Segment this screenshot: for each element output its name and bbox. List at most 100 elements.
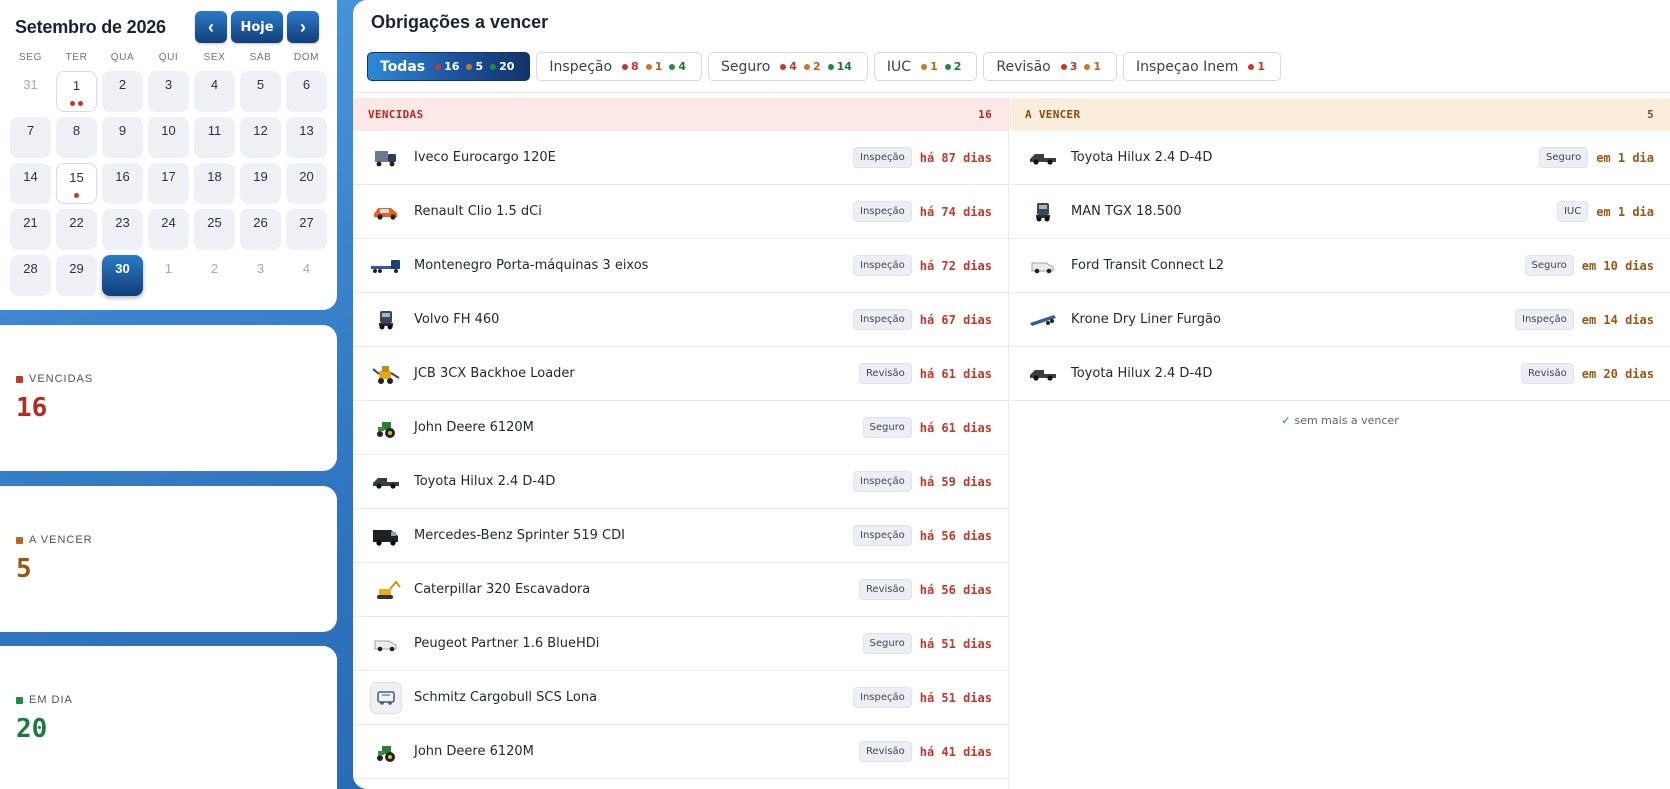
calendar-day[interactable]: 1 <box>56 71 97 112</box>
calendar-day[interactable]: 24 <box>148 209 189 250</box>
filter-chip[interactable]: Revisão 3 1 <box>983 52 1118 81</box>
calendar-day[interactable]: 2 <box>102 71 143 112</box>
obligation-row[interactable]: Krone Dry Liner Furgão Inspeção em 14 dias <box>1010 293 1670 347</box>
obligation-row[interactable]: Schmitz Cargobull SCS Lona Inspeção há 51 … <box>353 671 1008 725</box>
filter-chip[interactable]: Seguro 4 2 14 <box>708 52 868 81</box>
count-value: 4 <box>678 60 687 73</box>
calendar-day[interactable]: 6 <box>286 71 327 112</box>
filter-label: IUC <box>886 58 912 75</box>
filter-count: 2 <box>944 60 961 73</box>
calendar-day[interactable]: 3 <box>148 71 189 112</box>
calendar-day[interactable]: 10 <box>148 117 189 158</box>
calendar-day-selected[interactable]: 30 <box>102 255 143 296</box>
filter-count: 2 <box>803 60 821 73</box>
count-value: 1 <box>1093 60 1102 73</box>
event-dot-icon <box>70 101 75 106</box>
calendar-day[interactable]: 9 <box>102 117 143 158</box>
calendar-day[interactable]: 14 <box>10 163 51 204</box>
filter-label: Inspeçao Inem <box>1136 58 1239 75</box>
count-value: 4 <box>789 60 797 73</box>
calendar-day[interactable]: 4 <box>194 71 235 112</box>
filter-label: Inspeção <box>549 58 613 75</box>
calendar-day[interactable]: 11 <box>194 117 235 158</box>
obligation-row[interactable]: Toyota Hilux 2.4 D-4D Revisão em 20 dias <box>1010 347 1670 401</box>
stat-value: 20 <box>16 714 48 744</box>
day-number: 1 <box>72 78 81 93</box>
obligation-row[interactable]: Ford Transit Connect L2 Seguro em 10 dias <box>1010 239 1670 293</box>
calendar-day[interactable]: 23 <box>102 209 143 250</box>
obligation-row[interactable]: John Deere 6120M Seguro há 61 dias <box>353 401 1008 455</box>
calendar-day[interactable]: 16 <box>102 163 143 204</box>
calendar-day[interactable]: 17 <box>148 163 189 204</box>
obligation-type-badge: Seguro <box>862 633 912 654</box>
calendar-day[interactable]: 26 <box>240 209 281 250</box>
upcoming-title: A VENCER <box>1025 108 1081 121</box>
obligation-row[interactable]: MAN TGX 18.500 IUC em 1 dia <box>1010 185 1670 239</box>
day-number: 17 <box>161 169 176 184</box>
calendar-day[interactable]: 13 <box>286 117 327 158</box>
calendar-day[interactable]: 20 <box>286 163 327 204</box>
prev-month-button[interactable]: ‹ <box>195 11 227 43</box>
calendar-day[interactable]: 27 <box>286 209 327 250</box>
small-van-icon <box>370 628 402 660</box>
stat-card-a-vencer[interactable]: A VENCER 5 <box>0 486 337 632</box>
next-month-button[interactable]: › <box>287 11 319 43</box>
calendar-day[interactable]: 4 <box>286 255 327 296</box>
calendar-day[interactable]: 5 <box>240 71 281 112</box>
calendar-day[interactable]: 18 <box>194 163 235 204</box>
obligation-row[interactable]: Volvo FH 460 Inspeção há 67 dias <box>353 293 1008 347</box>
obligation-row[interactable]: Iveco Eurocargo 120E Inspeção há 87 dias <box>353 131 1008 185</box>
calendar-day[interactable]: 31 <box>10 71 51 112</box>
calendar-day[interactable]: 15 <box>56 163 97 204</box>
day-number: 23 <box>115 215 130 230</box>
filter-chip[interactable]: Inspeçao Inem 1 <box>1123 52 1282 81</box>
stat-label: EM DIA <box>29 694 73 706</box>
vehicle-name: Peugeot Partner 1.6 BlueHDi <box>414 636 600 651</box>
stat-label: A VENCER <box>29 534 93 546</box>
obligation-row[interactable]: Toyota Hilux 2.4 D-4D Seguro em 1 dia <box>1010 131 1670 185</box>
calendar-day[interactable]: 1 <box>148 255 189 296</box>
obligation-row[interactable]: Montenegro Porta-máquinas 3 eixos Inspeçã… <box>353 239 1008 293</box>
weekday-label: SÁB <box>249 52 272 63</box>
obligation-row[interactable]: Toyota Hilux 2.4 D-4D Inspeção há 59 dias <box>353 455 1008 509</box>
obligation-row[interactable]: Caterpillar 320 Escavadora Revisão há 56 d… <box>353 563 1008 617</box>
calendar-day[interactable]: 7 <box>10 117 51 158</box>
pickup-icon <box>1027 142 1059 174</box>
calendar-day[interactable]: 28 <box>10 255 51 296</box>
vehicle-name: Mercedes-Benz Sprinter 519 CDI <box>414 528 625 543</box>
calendar-day[interactable]: 8 <box>56 117 97 158</box>
calendar-day[interactable]: 2 <box>194 255 235 296</box>
upcoming-header: A VENCER 5 <box>1010 98 1670 131</box>
stat-card-vencidas[interactable]: VENCIDAS 16 <box>0 325 337 471</box>
obligation-row[interactable]: Renault Clio 1.5 dCi Inspeção há 74 dias <box>353 185 1008 239</box>
calendar-day[interactable]: 3 <box>240 255 281 296</box>
filter-count: 5 <box>466 60 483 73</box>
calendar-day[interactable]: 29 <box>56 255 97 296</box>
vehicle-name: Schmitz Cargobull SCS Lona <box>414 690 598 705</box>
day-number: 3 <box>256 261 265 276</box>
stat-card-em-dia[interactable]: EM DIA 20 <box>0 646 337 789</box>
day-number: 2 <box>210 261 219 276</box>
calendar-day[interactable]: 21 <box>10 209 51 250</box>
filter-chip[interactable]: Inspeção 8 1 4 <box>536 52 703 81</box>
van-icon <box>370 520 402 552</box>
filter-chip[interactable]: IUC 1 2 <box>873 52 978 81</box>
obligation-row[interactable]: Peugeot Partner 1.6 BlueHDi Seguro há 51 d… <box>353 617 1008 671</box>
count-value: 1 <box>1257 60 1266 73</box>
calendar-day[interactable]: 12 <box>240 117 281 158</box>
calendar-day[interactable]: 22 <box>56 209 97 250</box>
filter-count: 1 <box>1084 60 1101 73</box>
weekday-header: SEG TER QUA QUI SEX SÁB DOM <box>10 52 327 63</box>
day-number: 4 <box>302 261 311 276</box>
obligation-row[interactable]: JCB 3CX Backhoe Loader Revisão há 61 dias <box>353 347 1008 401</box>
overdue-count: 16 <box>978 108 992 121</box>
obligation-row[interactable]: Mercedes-Benz Sprinter 519 CDI Inspeção há… <box>353 509 1008 563</box>
calendar-grid: 31 1 2 3 4 5 6 7 8 9 10 11 12 13 14 15 16 17 18 19 20 21 22 23 2… <box>10 71 327 296</box>
filter-chip[interactable]: Todas 16 5 20 <box>367 52 531 81</box>
status-dot-icon <box>921 63 928 70</box>
today-button[interactable]: Hoje <box>231 11 283 43</box>
obligation-row[interactable]: John Deere 6120M Revisão há 41 dias <box>353 725 1008 779</box>
due-text: em 1 dia <box>1596 204 1654 219</box>
calendar-day[interactable]: 19 <box>240 163 281 204</box>
calendar-day[interactable]: 25 <box>194 209 235 250</box>
